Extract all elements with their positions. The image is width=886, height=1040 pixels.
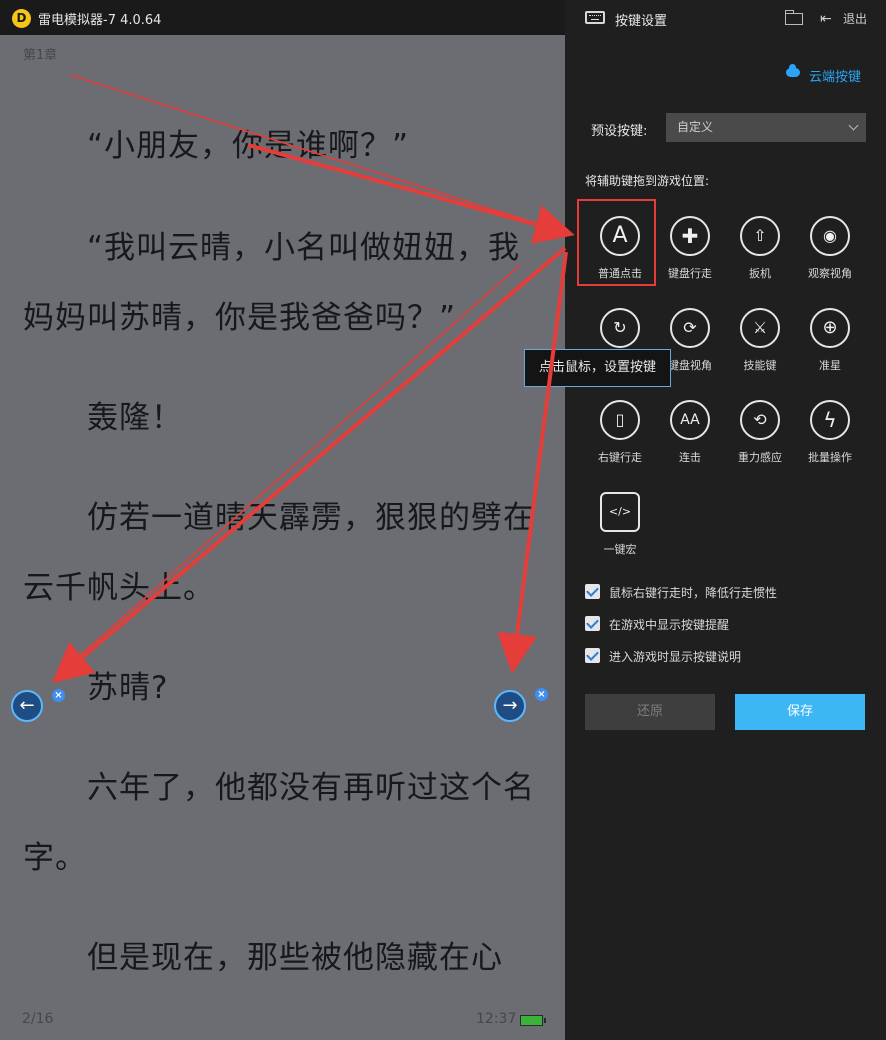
clock: 12:37 [476, 1011, 517, 1027]
checkbox-checked[interactable] [585, 584, 600, 599]
chapter-title: 第1章 [23, 48, 58, 63]
exit-button[interactable]: 退出 [843, 10, 867, 27]
key-label: 观察视角 [808, 267, 852, 280]
remove-key-icon[interactable]: × [52, 689, 65, 702]
paragraph: 但是现在，那些被他隐藏在心 [23, 940, 503, 976]
tap-a-icon: A [600, 216, 640, 256]
key-macro[interactable]: </> 一键宏 [585, 492, 655, 580]
macro-icon: </> [600, 492, 640, 532]
key-keyboard-walk[interactable]: ✚ 键盘行走 [655, 216, 725, 304]
drag-instruction: 将辅助键拖到游戏位置: [585, 174, 710, 188]
paragraph: 轰隆！ [23, 400, 183, 436]
key-label: 技能键 [743, 359, 777, 372]
bolt-icon: ϟ [810, 400, 850, 440]
remove-key-icon[interactable]: × [535, 688, 548, 701]
battery-icon [520, 1015, 546, 1026]
tooltip: 点击鼠标，设置按键 [524, 349, 671, 387]
key-skill[interactable]: ⚔ 技能键 [725, 308, 795, 396]
trigger-icon: ⇧ [740, 216, 780, 256]
checkbox-label: 进入游戏时显示按键说明 [609, 650, 742, 664]
eye-icon: ◉ [810, 216, 850, 256]
key-settings-panel: 按键设置 ⇤ 退出 云端按键 预设按键: 自定义 将辅助键拖到游戏位置: A 普… [565, 0, 886, 1040]
key-label: 准星 [819, 359, 841, 372]
checkbox-checked[interactable] [585, 648, 600, 663]
rotate-view-icon: ↻ [600, 308, 640, 348]
key-label: 重力感应 [738, 451, 782, 464]
key-label: 扳机 [749, 267, 771, 280]
keyboard-icon [585, 11, 605, 24]
keyboard-view-icon: ⟳ [670, 308, 710, 348]
gravity-icon: ⟲ [740, 400, 780, 440]
mouse-icon: ▯ [600, 400, 640, 440]
dpad-icon: ✚ [670, 216, 710, 256]
preset-label: 预设按键: [591, 124, 648, 139]
cloud-icon[interactable] [786, 64, 800, 77]
cloud-keys-link[interactable]: 云端按键 [809, 66, 861, 85]
skill-icon: ⚔ [740, 308, 780, 348]
paragraph: “我叫云晴，小名叫做妞妞，我妈妈叫苏晴，你是我爸爸吗？” [23, 230, 521, 336]
restore-button[interactable]: 还原 [585, 694, 715, 730]
key-tap[interactable]: A 普通点击 [585, 216, 655, 304]
chevron-down-icon [848, 120, 859, 131]
key-label: 批量操作 [808, 451, 852, 464]
key-observe-view[interactable]: ◉ 观察视角 [795, 216, 865, 304]
key-label: 键盘行走 [668, 267, 712, 280]
panel-title: 按键设置 [615, 14, 668, 29]
key-label: 连击 [679, 451, 701, 464]
key-gravity[interactable]: ⟲ 重力感应 [725, 400, 795, 488]
key-crosshair[interactable]: ⊕ 准星 [795, 308, 865, 396]
panel-header: 按键设置 ⇤ 退出 [565, 0, 886, 36]
paragraph: 苏晴? [23, 670, 169, 706]
paragraph: 仿若一道晴天霹雳，狠狠的劈在云千帆头上。 [23, 500, 535, 606]
checkbox-checked[interactable] [585, 616, 600, 631]
checkbox-label: 在游戏中显示按键提醒 [609, 618, 730, 632]
folder-icon[interactable] [784, 10, 803, 25]
save-button[interactable]: 保存 [735, 694, 865, 730]
key-label: 一键宏 [603, 543, 637, 556]
key-combo[interactable]: AA 连击 [655, 400, 725, 488]
combo-icon: AA [670, 400, 710, 440]
checkbox-label: 鼠标右键行走时，降低行走惯性 [609, 586, 778, 600]
exit-icon[interactable]: ⇤ [820, 11, 832, 27]
key-right-click-walk[interactable]: ▯ 右键行走 [585, 400, 655, 488]
window-titlebar: D 雷电模拟器-7 4.0.64 [0, 0, 565, 35]
key-trigger[interactable]: ⇧ 扳机 [725, 216, 795, 304]
prev-page-key[interactable]: ← [11, 690, 43, 722]
app-title: 雷电模拟器-7 4.0.64 [38, 13, 162, 28]
paragraph: 六年了，他都没有再听过这个名字。 [23, 770, 535, 876]
preset-select[interactable]: 自定义 [666, 113, 866, 142]
key-batch[interactable]: ϟ 批量操作 [795, 400, 865, 488]
app-logo-icon: D [12, 9, 31, 28]
crosshair-icon: ⊕ [810, 308, 850, 348]
key-label: 普通点击 [598, 267, 642, 280]
paragraph: “小朋友，你是谁啊？” [23, 128, 410, 164]
page-number: 2/16 [22, 1011, 54, 1027]
next-page-key[interactable]: → [494, 690, 526, 722]
key-label: 右键行走 [598, 451, 642, 464]
game-screen[interactable]: 第1章 “小朋友，你是谁啊？” “我叫云晴，小名叫做妞妞，我妈妈叫苏晴，你是我爸… [0, 35, 565, 1040]
preset-value: 自定义 [677, 120, 714, 134]
